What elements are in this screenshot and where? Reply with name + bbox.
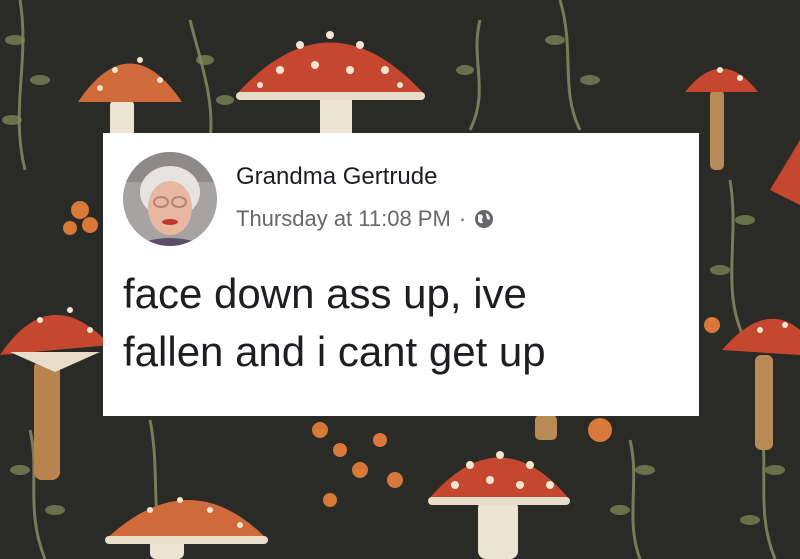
author-avatar[interactable] bbox=[123, 152, 217, 246]
facebook-post-card: Grandma Gertrude Thursday at 11:08 PM · … bbox=[103, 133, 699, 416]
post-text-line: fallen and i cant get up bbox=[123, 328, 546, 375]
post-text: face down ass up, ive fallen and i cant … bbox=[123, 265, 683, 381]
meta-separator: · bbox=[458, 206, 467, 231]
post-meta: Thursday at 11:08 PM · bbox=[236, 206, 494, 232]
avatar-photo bbox=[123, 152, 217, 246]
author-name[interactable]: Grandma Gertrude bbox=[236, 163, 437, 191]
globe-icon[interactable] bbox=[474, 209, 494, 229]
post-timestamp[interactable]: Thursday at 11:08 PM bbox=[236, 206, 451, 232]
post-text-line: face down ass up, ive bbox=[123, 270, 527, 317]
